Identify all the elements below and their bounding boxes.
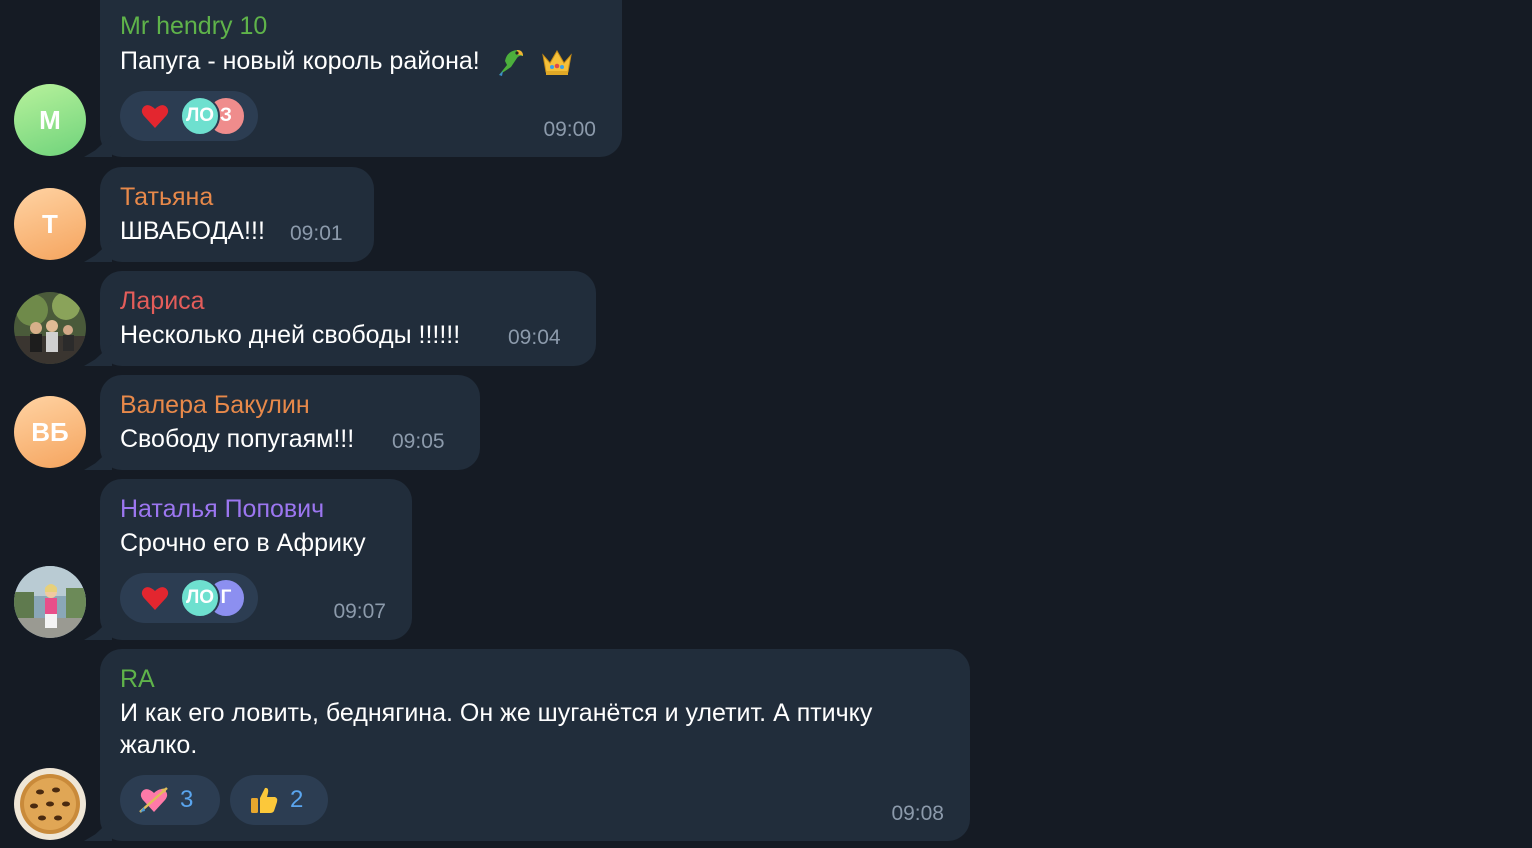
sender-name[interactable]: RA bbox=[120, 665, 155, 694]
avatar[interactable]: M bbox=[14, 84, 86, 156]
parrot-icon bbox=[498, 50, 523, 77]
sender-name[interactable]: Лариса bbox=[120, 287, 205, 316]
message-text: Несколько дней свободы !!!!!! bbox=[120, 321, 461, 349]
reactor-avatar: ЛО bbox=[180, 96, 220, 136]
avatar-photo bbox=[14, 566, 86, 638]
avatar-photo bbox=[14, 292, 86, 364]
message-bubble: Татьяна ШВАБОДА!!! 09:01 bbox=[100, 167, 374, 262]
reaction-count: 3 bbox=[180, 786, 194, 813]
sender-name[interactable]: Татьяна bbox=[120, 183, 213, 212]
avatar[interactable] bbox=[14, 768, 86, 840]
message-text: Свободу попугаям!!! bbox=[120, 425, 355, 453]
message-time: 09:05 bbox=[392, 430, 445, 453]
message-time: 09:07 bbox=[333, 600, 386, 623]
avatar[interactable] bbox=[14, 292, 86, 364]
chat-message-list: M Mr hendry 10 Папуга - новый король рай… bbox=[0, 0, 1532, 848]
message-time: 09:00 bbox=[543, 118, 596, 141]
reaction-chip[interactable]: 2 bbox=[230, 775, 328, 825]
avatar-photo bbox=[14, 768, 86, 840]
sender-name[interactable]: Валера Бакулин bbox=[120, 391, 310, 420]
reaction-count: 2 bbox=[290, 786, 304, 813]
thumbs-up-icon bbox=[251, 787, 278, 813]
reactor-avatars: З ЛО bbox=[180, 96, 246, 136]
reactor-avatars: Г ЛО bbox=[180, 578, 246, 618]
message-bubble: Лариса Несколько дней свободы !!!!!! 09:… bbox=[100, 271, 596, 366]
message-bubble: RA И как его ловить, беднягина. Он же шу… bbox=[100, 649, 970, 841]
reactor-avatar: ЛО bbox=[180, 578, 220, 618]
sender-name[interactable]: Наталья Попович bbox=[120, 495, 324, 524]
reaction-chip[interactable]: Г ЛО bbox=[120, 573, 258, 623]
message-text: жалко. bbox=[120, 731, 198, 759]
message-time: 09:04 bbox=[508, 326, 561, 349]
heart-arrow-icon bbox=[139, 787, 168, 813]
message-bubble: Валера Бакулин Свободу попугаям!!! 09:05 bbox=[100, 375, 480, 470]
reaction-chip[interactable]: З ЛО bbox=[120, 91, 258, 141]
avatar[interactable] bbox=[14, 566, 86, 638]
sender-name[interactable]: Mr hendry 10 bbox=[120, 12, 267, 41]
avatar[interactable]: Т bbox=[14, 188, 86, 260]
message-text-content: Папуга - новый король района! bbox=[120, 47, 480, 75]
message-time: 09:08 bbox=[891, 802, 944, 825]
avatar[interactable]: ВБ bbox=[14, 396, 86, 468]
message-text: И как его ловить, беднягина. Он же шуган… bbox=[120, 699, 873, 727]
message-bubble: Mr hendry 10 Папуга - новый король район… bbox=[100, 0, 622, 157]
message-time: 09:01 bbox=[290, 222, 343, 245]
message-text: Папуга - новый король района! bbox=[120, 45, 574, 79]
heart-icon bbox=[141, 587, 169, 610]
crown-icon bbox=[541, 50, 572, 76]
message-text: ШВАБОДА!!! bbox=[120, 217, 265, 245]
message-bubble: Наталья Попович Срочно его в Африку Г ЛО… bbox=[100, 479, 412, 640]
heart-icon bbox=[141, 105, 169, 128]
message-text: Срочно его в Африку bbox=[120, 529, 366, 557]
reaction-chip[interactable]: 3 bbox=[120, 775, 220, 825]
